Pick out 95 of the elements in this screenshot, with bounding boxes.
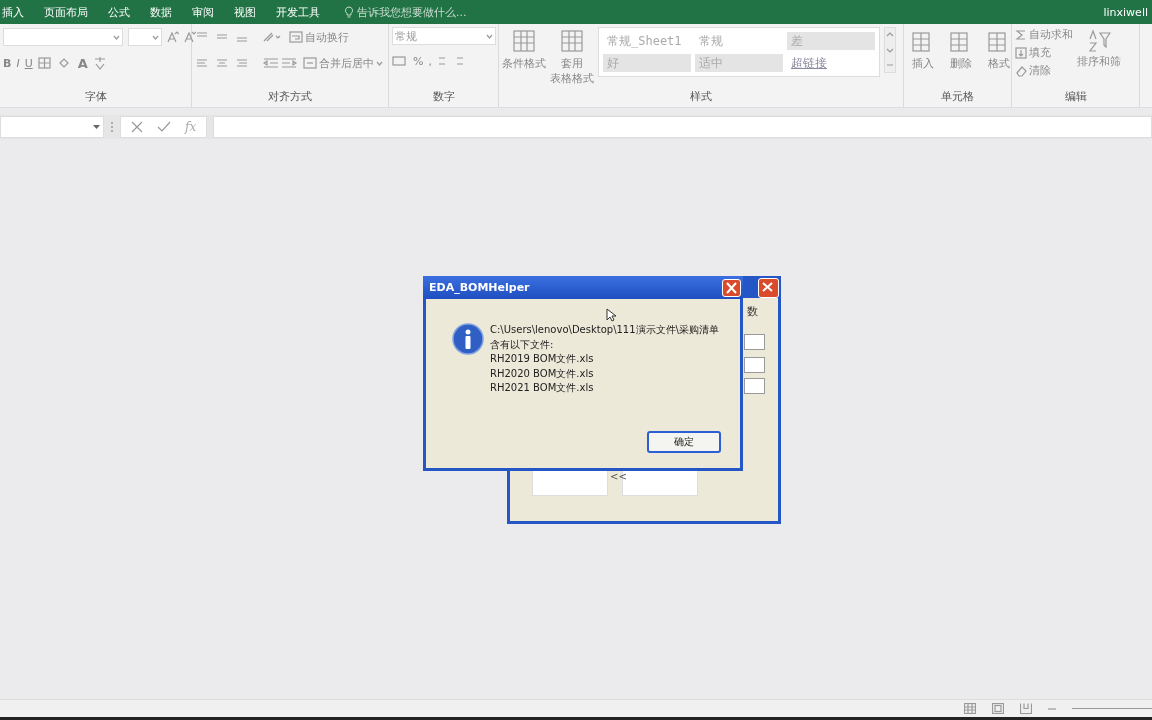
number-format-value: 常规 bbox=[395, 28, 417, 44]
button-label: 删除 bbox=[950, 57, 972, 70]
font-name-field[interactable] bbox=[3, 28, 123, 46]
input-field[interactable] bbox=[744, 378, 765, 394]
format-cells-button[interactable]: 格式 bbox=[987, 27, 1011, 89]
percent-button[interactable]: % bbox=[413, 54, 424, 68]
sort-filter-button[interactable]: 排序和筛 bbox=[1077, 27, 1121, 89]
input-field[interactable] bbox=[744, 334, 765, 350]
clear-button[interactable]: 清除 bbox=[1015, 63, 1073, 78]
fill-button[interactable]: 填充 bbox=[1015, 45, 1073, 60]
style-item[interactable]: 差 bbox=[787, 32, 875, 50]
style-item[interactable]: 常规 bbox=[695, 32, 783, 50]
message-line: RH2021 BOM文件.xls bbox=[490, 381, 595, 395]
field-label: 数 bbox=[747, 304, 758, 319]
normal-view-icon[interactable] bbox=[964, 703, 976, 714]
cancel-icon[interactable] bbox=[131, 121, 143, 133]
group-label: 单元格 bbox=[940, 89, 975, 105]
font-size-field[interactable] bbox=[128, 28, 162, 46]
message-line: RH2019 BOM文件.xls bbox=[490, 352, 595, 366]
button-label: 自动求和 bbox=[1029, 27, 1073, 42]
button-label: 条件格式 bbox=[502, 57, 546, 70]
dropdown-icon bbox=[93, 124, 100, 130]
group-label: 对齐方式 bbox=[267, 89, 313, 105]
page-layout-icon[interactable] bbox=[992, 703, 1004, 714]
comma-button[interactable]: , bbox=[428, 54, 432, 68]
sum-icon bbox=[1015, 28, 1027, 41]
format-table-button[interactable]: 套用 表格格式 bbox=[550, 27, 594, 89]
lightbulb-icon bbox=[344, 5, 354, 19]
font-color-button[interactable]: A bbox=[77, 55, 88, 71]
increase-font-icon[interactable] bbox=[167, 31, 179, 43]
menu-tab[interactable]: 页面布局 bbox=[44, 4, 88, 20]
border-icon[interactable] bbox=[37, 57, 52, 69]
button-label: 插入 bbox=[912, 57, 934, 70]
info-icon bbox=[452, 323, 484, 355]
indent-icon[interactable] bbox=[262, 57, 298, 69]
menu-tab[interactable]: 审阅 bbox=[192, 4, 214, 20]
style-item[interactable]: 适中 bbox=[695, 54, 783, 72]
group-label: 数字 bbox=[431, 89, 456, 105]
currency-icon[interactable] bbox=[392, 55, 408, 67]
toggle-button[interactable]: << bbox=[610, 472, 627, 482]
menu-tab[interactable]: 公式 bbox=[108, 4, 130, 20]
sort-filter-icon bbox=[1087, 29, 1111, 53]
menu-tab[interactable]: 插入 bbox=[2, 4, 24, 20]
style-item[interactable]: 常规_Sheet1 bbox=[603, 32, 691, 50]
more-options-icon[interactable] bbox=[110, 121, 114, 133]
menu-tab[interactable]: 开发工具 bbox=[276, 4, 320, 20]
name-box[interactable] bbox=[0, 116, 104, 138]
button-label: 格式 bbox=[988, 57, 1010, 70]
button-label: 套用 bbox=[561, 57, 583, 70]
fill-down-icon bbox=[1015, 46, 1027, 59]
gallery-scroll-icon[interactable] bbox=[884, 27, 896, 73]
underline-button[interactable]: U bbox=[24, 56, 33, 70]
merge-center-label: 合并后居中 bbox=[319, 55, 374, 71]
menu-tab[interactable]: 视图 bbox=[234, 4, 256, 20]
wrap-text-button[interactable]: 自动换行 bbox=[289, 29, 349, 45]
group-label: 字体 bbox=[83, 89, 108, 105]
delete-cells-button[interactable]: 删除 bbox=[949, 27, 973, 89]
zoom-out-icon[interactable] bbox=[1048, 706, 1056, 711]
merge-center-button[interactable]: 合并后居中 bbox=[303, 55, 383, 71]
insert-cells-button[interactable]: 插入 bbox=[911, 27, 935, 89]
message-line: 含有以下文件: bbox=[490, 337, 555, 352]
close-button[interactable] bbox=[722, 278, 741, 297]
button-label: 填充 bbox=[1029, 45, 1051, 60]
wrap-text-icon bbox=[289, 31, 303, 43]
mouse-cursor-icon bbox=[606, 308, 616, 322]
input-field[interactable] bbox=[744, 357, 765, 373]
decrease-font-icon[interactable] bbox=[184, 31, 196, 43]
eraser-icon bbox=[1015, 64, 1027, 77]
button-label: 表格格式 bbox=[550, 72, 594, 85]
merge-cells-icon bbox=[303, 57, 317, 69]
close-icon bbox=[725, 281, 738, 294]
style-item[interactable]: 超链接 bbox=[787, 54, 875, 72]
number-format-field[interactable]: 常规 bbox=[392, 27, 496, 45]
button-label: 排序和筛 bbox=[1077, 55, 1121, 68]
user-name[interactable]: linxiwell bbox=[1103, 5, 1148, 19]
table-grid-icon bbox=[512, 29, 536, 55]
button-label: 清除 bbox=[1029, 63, 1051, 78]
enter-check-icon[interactable] bbox=[157, 121, 171, 133]
page-break-icon[interactable] bbox=[1020, 703, 1032, 714]
italic-button[interactable]: I bbox=[16, 56, 20, 70]
ok-button[interactable]: 确定 bbox=[647, 431, 721, 453]
message-line: C:\Users\lenovo\Desktop\111演示文件\采购清单 bbox=[490, 323, 719, 337]
group-label: 样式 bbox=[689, 89, 713, 105]
message-line: RH2020 BOM文件.xls bbox=[490, 366, 595, 381]
close-button[interactable] bbox=[758, 278, 779, 298]
autosum-button[interactable]: 自动求和 bbox=[1015, 27, 1073, 42]
phonetic-icon[interactable] bbox=[92, 56, 107, 70]
dialog-title: EDA_BOMHelper bbox=[429, 281, 530, 294]
group-label: 编辑 bbox=[1063, 89, 1088, 105]
conditional-format-button[interactable]: 条件格式 bbox=[502, 27, 546, 89]
formula-input[interactable] bbox=[213, 116, 1152, 138]
bold-button[interactable]: B bbox=[3, 56, 12, 70]
wrap-text-label: 自动换行 bbox=[305, 29, 349, 45]
insert-function-button[interactable]: fx bbox=[185, 120, 197, 134]
menu-tab[interactable]: 数据 bbox=[150, 4, 172, 20]
